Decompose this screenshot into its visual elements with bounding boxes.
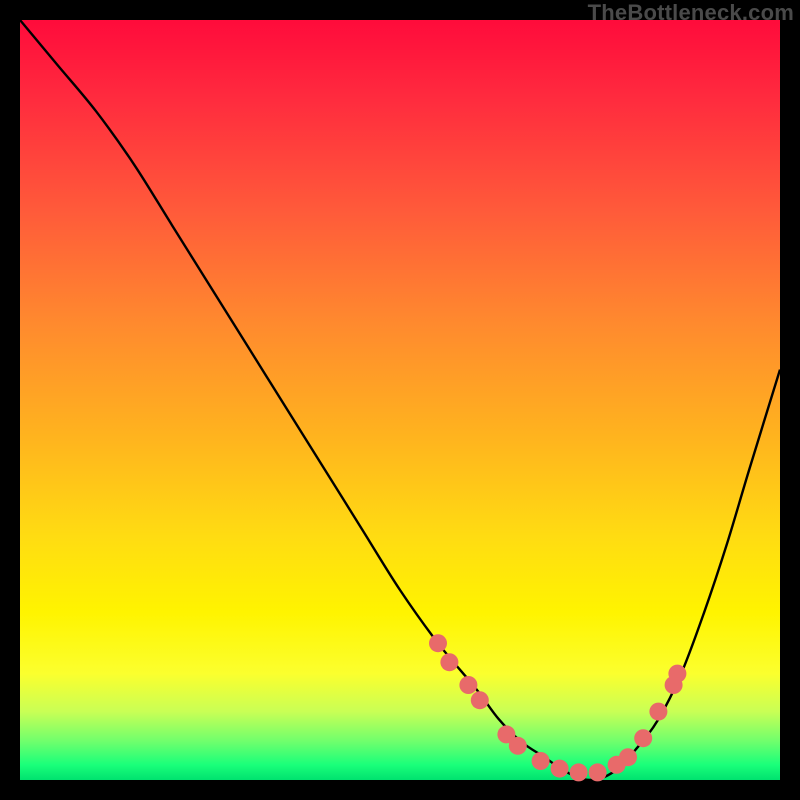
curve-marker-dot — [634, 729, 652, 747]
curve-marker-dot — [649, 703, 667, 721]
curve-marker-dot — [429, 634, 447, 652]
curve-marker-dot — [509, 737, 527, 755]
curve-marker-dot — [668, 665, 686, 683]
curve-marker-dot — [440, 653, 458, 671]
curve-marker-dot — [570, 763, 588, 781]
bottleneck-curve-path — [20, 20, 780, 780]
watermark-text: TheBottleneck.com — [588, 0, 794, 26]
curve-markers — [429, 634, 686, 781]
curve-marker-dot — [459, 676, 477, 694]
curve-marker-dot — [532, 752, 550, 770]
curve-marker-dot — [471, 691, 489, 709]
curve-marker-dot — [589, 763, 607, 781]
curve-marker-dot — [551, 760, 569, 778]
curve-marker-dot — [619, 748, 637, 766]
chart-frame — [20, 20, 780, 780]
bottleneck-curve-svg — [20, 20, 780, 780]
